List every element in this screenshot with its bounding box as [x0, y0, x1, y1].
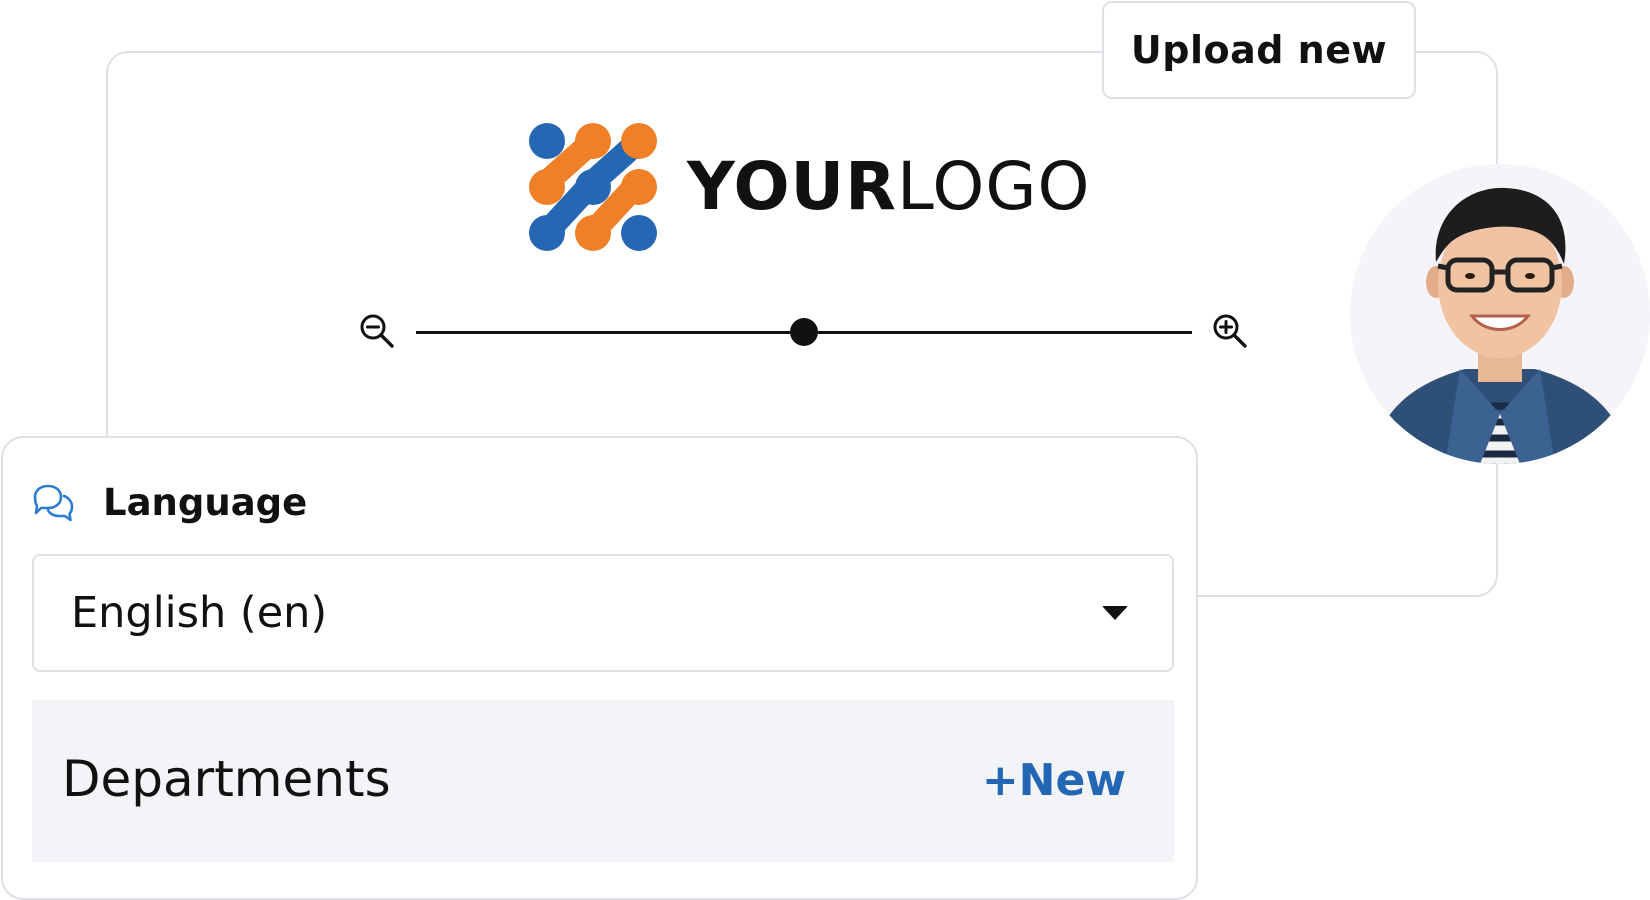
logo-text-bold: YOUR: [687, 148, 897, 225]
new-department-link[interactable]: +New: [982, 755, 1126, 806]
departments-row: Departments +New: [32, 700, 1174, 862]
avatar: [1350, 164, 1650, 464]
language-card: Language English (en) Departments +New: [1, 436, 1198, 900]
language-selected-value: English (en): [71, 588, 328, 638]
company-logo: YOURLOGO: [527, 121, 1090, 253]
zoom-in-icon[interactable]: [1210, 311, 1250, 351]
departments-label: Departments: [62, 750, 391, 808]
language-header: Language: [31, 478, 307, 526]
avatar-photo: [1350, 164, 1650, 464]
chevron-down-icon: [1102, 606, 1128, 620]
stage: Upload new YOURLOGO Language English (en…: [0, 0, 1650, 900]
language-select[interactable]: English (en): [32, 554, 1174, 672]
logo-text: YOURLOGO: [687, 154, 1090, 220]
chat-bubbles-icon: [33, 484, 74, 522]
logo-text-light: LOGO: [896, 148, 1091, 225]
zoom-out-icon[interactable]: [357, 311, 397, 351]
logo-mark-icon: [529, 123, 657, 251]
upload-new-button[interactable]: Upload new: [1102, 1, 1416, 99]
zoom-slider-thumb[interactable]: [790, 318, 818, 346]
language-title: Language: [103, 480, 308, 524]
